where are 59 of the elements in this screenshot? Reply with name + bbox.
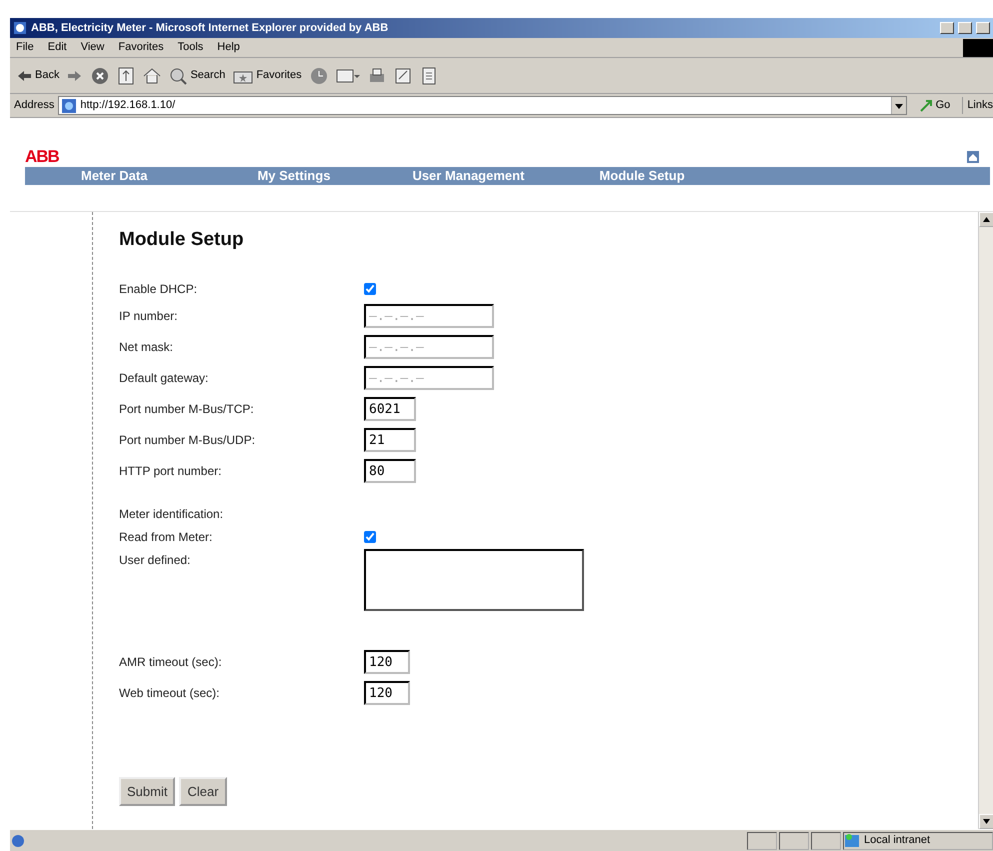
search-icon[interactable] [169,66,188,84]
maximize-button[interactable] [958,22,972,34]
history-icon[interactable] [310,66,328,84]
status-pane [779,832,809,850]
address-label: Address [14,98,54,114]
field-label: Enable DHCP: [119,280,198,298]
page-icon[interactable] [61,96,78,114]
field-label: HTTP port number: [119,463,222,480]
home-icon[interactable] [967,150,979,162]
menu-item[interactable]: Tools [178,39,204,56]
field-label: AMR timeout (sec): [119,654,223,671]
abb-logo[interactable]: ABB [25,148,59,165]
links-button[interactable]: Links [962,97,993,114]
port-field[interactable]: 6021 [364,397,416,421]
go-button[interactable]: Go [918,96,950,114]
menu-item[interactable]: Edit [48,39,67,56]
home-icon[interactable] [143,66,162,84]
minimize-button[interactable] [940,22,954,34]
port-field[interactable]: 21 [364,428,416,452]
scrollbar[interactable] [978,212,993,829]
status-zone-text: Local intranet [864,833,930,848]
intranet-icon[interactable] [844,832,860,850]
search-button[interactable]: Search [169,66,226,84]
user-defined-field[interactable] [364,548,584,610]
window-title: ABB, Electricity Meter - Microsoft Internet Explorer provided by ABB [31,20,390,36]
scroll-up-icon[interactable] [983,217,990,222]
menu-item[interactable]: View [80,39,104,56]
stop-icon[interactable] [91,66,110,84]
close-button[interactable] [976,22,990,34]
field-label: Read from Meter: [119,528,214,546]
favorites-button[interactable]: Favorites [233,66,302,84]
checkbox[interactable] [364,530,376,542]
clear-button[interactable]: Clear [179,776,227,806]
address-field[interactable]: http://192.168.1.10/ [58,96,907,115]
field-label: IP number: [119,308,178,325]
menu-item[interactable]: Favorites [118,39,164,56]
document-icon[interactable] [420,66,438,84]
timeout-field[interactable]: 120 [364,650,410,674]
timeout-field[interactable]: 120 [364,681,410,705]
field-label: User defined: [119,552,192,568]
menu-item[interactable]: File [16,39,34,56]
print-icon[interactable] [368,66,386,84]
page-heading: Module Setup [119,228,245,252]
status-pane [811,832,841,850]
back-button[interactable]: Back [16,66,60,84]
edit-icon[interactable] [394,66,412,84]
field-label: Port number M-Bus/TCP: [119,401,255,418]
menu-item[interactable]: Help [217,39,240,56]
port-field[interactable]: 80 [364,459,416,483]
field-label: Net mask: [119,339,174,356]
field-label: Meter identification: [119,506,224,522]
checkbox[interactable] [364,282,376,294]
status-pane [747,832,777,850]
submit-button[interactable]: Submit [119,776,176,806]
field-label: Web timeout (sec): [119,685,220,702]
browser-icon [13,21,27,35]
field-label: Default gateway: [119,370,210,387]
field-label: Port number M-Bus/UDP: [119,432,256,449]
scroll-down-icon[interactable] [983,819,990,824]
